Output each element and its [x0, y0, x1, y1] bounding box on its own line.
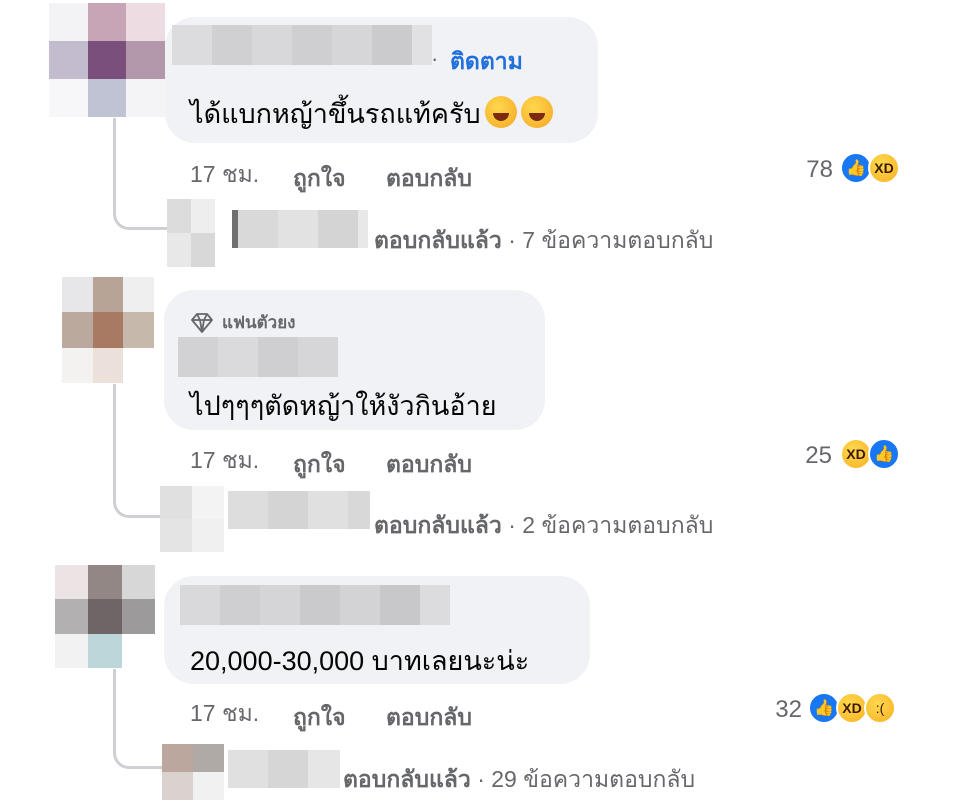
comment-text: 20,000-30,000 บาทเลยนะน่ะ [190, 646, 530, 676]
reply-count: 2 ข้อความตอบกลับ [522, 512, 714, 538]
like-reaction-icon: 👍 [868, 438, 900, 470]
sad-reaction-icon: :( [864, 692, 896, 724]
follow-button[interactable]: ติดตาม [450, 44, 523, 80]
top-fan-badge: แฟนตัวยง [190, 309, 295, 336]
comment-timestamp[interactable]: 17 ชม. [190, 696, 259, 732]
rofl-emoji-icon [484, 96, 517, 128]
thread-connector [113, 669, 167, 769]
replied-label: ตอบกลับแล้ว [374, 227, 502, 253]
commenter-avatar[interactable] [55, 565, 155, 668]
commenter-name-blurred[interactable] [180, 585, 450, 625]
reaction-count[interactable]: 25 [792, 442, 832, 470]
reply-button[interactable]: ตอบกลับ [386, 447, 472, 483]
commenter-avatar[interactable] [62, 277, 154, 383]
reply-avatar[interactable] [167, 199, 215, 267]
diamond-icon [191, 312, 213, 333]
commenter-name-blurred[interactable] [178, 337, 338, 377]
like-button[interactable]: ถูกใจ [293, 700, 346, 736]
comment-timestamp[interactable]: 17 ชม. [190, 443, 259, 479]
thread-connector [113, 118, 167, 230]
replied-label: ตอบกลับแล้ว [343, 766, 471, 792]
reaction-icons[interactable]: 👍 XD [840, 152, 900, 184]
follow-separator: · [431, 46, 439, 71]
reply-author-blurred[interactable] [228, 750, 340, 788]
reply-avatar[interactable] [162, 744, 224, 800]
comment-text: ไปๆๆๆตัดหญ้าให้งัวกินอ้าย [190, 391, 497, 421]
haha-reaction-icon: XD [868, 152, 900, 184]
reply-separator: · [477, 766, 485, 792]
like-button[interactable]: ถูกใจ [293, 161, 346, 197]
reply-count: 7 ข้อความตอบกลับ [522, 227, 714, 253]
view-replies-link[interactable]: ตอบกลับแล้ว · 29 ข้อความตอบกลับ [343, 762, 695, 798]
comment-timestamp[interactable]: 17 ชม. [190, 157, 259, 193]
reaction-icons[interactable]: 👍 XD :( [808, 692, 896, 724]
replied-label: ตอบกลับแล้ว [374, 512, 502, 538]
like-button[interactable]: ถูกใจ [293, 447, 346, 483]
reply-separator: · [508, 227, 516, 253]
reaction-icons[interactable]: XD 👍 [840, 438, 900, 470]
reaction-count[interactable]: 78 [793, 156, 833, 184]
reply-button[interactable]: ตอบกลับ [386, 161, 472, 197]
view-replies-link[interactable]: ตอบกลับแล้ว · 2 ข้อความตอบกลับ [374, 508, 713, 544]
view-replies-link[interactable]: ตอบกลับแล้ว · 7 ข้อความตอบกลับ [374, 223, 713, 259]
reply-author-blurred[interactable] [232, 210, 368, 248]
thread-connector [113, 384, 167, 518]
reply-separator: · [508, 512, 516, 538]
badge-label: แฟนตัวยง [222, 313, 296, 332]
rofl-emoji-icon [520, 96, 553, 128]
comment-text-row: ได้แบกหญ้าขึ้นรถแท้ครับ [190, 92, 553, 135]
reply-author-blurred[interactable] [228, 491, 370, 529]
reply-button[interactable]: ตอบกลับ [386, 700, 472, 736]
reply-count: 29 ข้อความตอบกลับ [491, 766, 696, 792]
commenter-avatar[interactable] [49, 3, 165, 117]
commenter-name-blurred[interactable] [172, 25, 432, 65]
comment-text: ได้แบกหญ้าขึ้นรถแท้ครับ [190, 99, 481, 129]
reply-avatar[interactable] [160, 486, 224, 552]
reaction-count[interactable]: 32 [762, 696, 802, 724]
